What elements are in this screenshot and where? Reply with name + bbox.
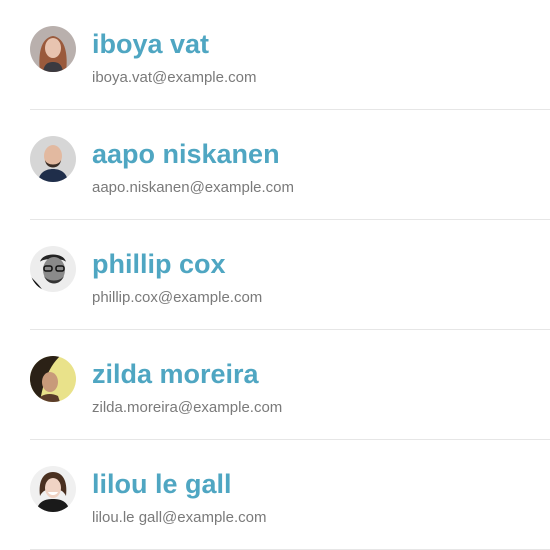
avatar[interactable]	[30, 466, 76, 512]
contact-name[interactable]: zilda moreira	[92, 356, 259, 392]
woman-smiling-avatar	[30, 466, 76, 512]
contact-list: iboya vat iboya.vat@example.com aapo nis…	[30, 0, 550, 550]
avatar[interactable]	[30, 26, 76, 72]
contact-row[interactable]: aapo niskanen aapo.niskanen@example.com	[30, 110, 550, 220]
contact-email: lilou.le gall@example.com	[92, 509, 267, 526]
contact-email: aapo.niskanen@example.com	[92, 179, 295, 196]
man-bald-beard-avatar	[30, 136, 76, 182]
contact-row[interactable]: zilda moreira zilda.moreira@example.com	[30, 330, 550, 440]
woman-red-hair-avatar	[30, 26, 76, 72]
avatar[interactable]	[30, 356, 76, 402]
contact-name[interactable]: phillip cox	[92, 246, 226, 282]
man-glasses-bw-avatar	[30, 246, 76, 292]
woman-dark-hair-avatar	[30, 356, 76, 402]
avatar[interactable]	[30, 246, 76, 292]
contact-email: zilda.moreira@example.com	[92, 399, 283, 416]
contact-email: phillip.cox@example.com	[92, 289, 263, 306]
contact-row[interactable]: iboya vat iboya.vat@example.com	[30, 0, 550, 110]
contact-row[interactable]: lilou le gall lilou.le gall@example.com	[30, 440, 550, 550]
contact-name[interactable]: iboya vat	[92, 26, 209, 62]
contact-name[interactable]: aapo niskanen	[92, 136, 280, 172]
contact-row[interactable]: phillip cox phillip.cox@example.com	[30, 220, 550, 330]
avatar[interactable]	[30, 136, 76, 182]
contact-name[interactable]: lilou le gall	[92, 466, 232, 502]
contact-email: iboya.vat@example.com	[92, 69, 257, 86]
